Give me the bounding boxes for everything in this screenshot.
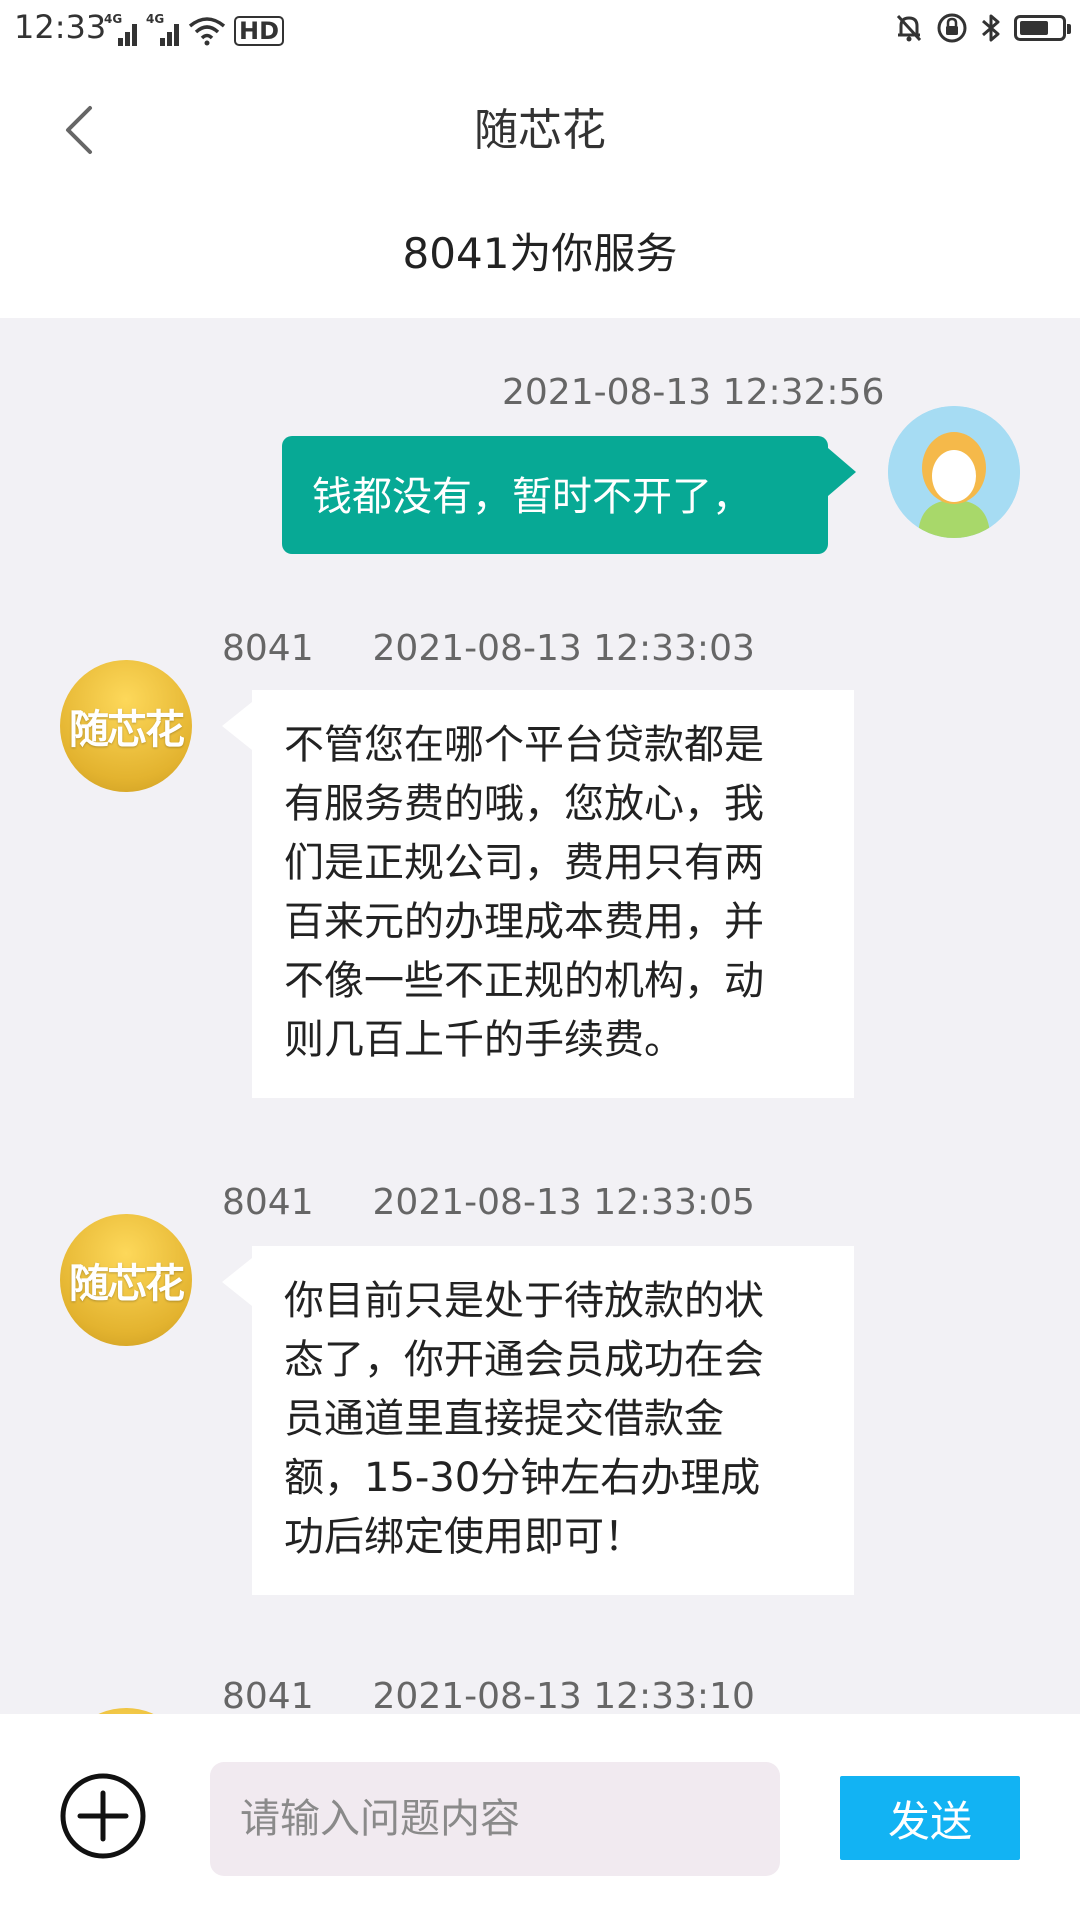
- my-message-bubble[interactable]: 钱都没有，暂时不开了，: [282, 436, 856, 554]
- message-timestamp: 2021-08-13 12:32:56: [502, 372, 885, 413]
- message-line: 有服务费的哦，您放心，我: [284, 781, 764, 827]
- agent-message-meta: 8041 2021-08-13 12:33:10: [222, 1676, 755, 1714]
- rotation-lock-icon: [937, 13, 967, 43]
- wifi-icon: [188, 17, 226, 46]
- message-line: 则几百上千的手续费。: [284, 1017, 684, 1063]
- message-timestamp: 2021-08-13 12:33:10: [372, 1676, 755, 1714]
- agent-avatar[interactable]: 随芯花: [60, 660, 192, 792]
- signal-icon: 4G: [104, 12, 138, 46]
- message-line: 你目前只是处于待放款的状: [284, 1278, 764, 1324]
- bell-muted-icon: [896, 14, 922, 42]
- message-input-bar: 发送: [0, 1714, 1080, 1920]
- agent-id: 8041: [222, 628, 314, 669]
- chat-header: 随芯花 8041为你服务: [0, 56, 1080, 318]
- agent-message-bubble[interactable]: 你目前只是处于待放款的状 态了，你开通会员成功在会 员通道里直接提交借款金 额，…: [222, 1246, 854, 1595]
- agent-service-label: 8041为你服务: [402, 229, 678, 278]
- agent-message-bubble[interactable]: 不管您在哪个平台贷款都是 有服务费的哦，您放心，我 们是正规公司，费用只有两 百…: [222, 690, 854, 1098]
- user-avatar[interactable]: [888, 406, 1020, 538]
- question-input[interactable]: [210, 1762, 780, 1876]
- status-right-icons: [894, 10, 1071, 46]
- page-title: 随芯花: [474, 105, 606, 156]
- message-line: 功后绑定使用即可！: [284, 1514, 644, 1560]
- message-line: 态了，你开通会员成功在会: [284, 1337, 764, 1383]
- message-line: 不管您在哪个平台贷款都是: [284, 722, 764, 768]
- agent-id: 8041: [222, 1182, 314, 1223]
- message-timestamp: 2021-08-13 12:33:05: [372, 1182, 755, 1223]
- message-line: 百来元的办理成本费用，并: [284, 899, 764, 945]
- send-button[interactable]: 发送: [840, 1776, 1020, 1860]
- sim1-label: 4G: [104, 12, 123, 26]
- add-attachment-icon[interactable]: [58, 1771, 148, 1861]
- status-time: 12:33: [14, 8, 107, 46]
- battery-icon: [1014, 15, 1071, 41]
- chat-messages[interactable]: 2021-08-13 12:32:56 钱都没有，暂时不开了， 随芯花 8041…: [0, 318, 1080, 1714]
- sim2-label: 4G: [146, 12, 165, 26]
- battery-level: [1020, 21, 1048, 35]
- agent-message-meta: 8041 2021-08-13 12:33:03: [222, 628, 755, 669]
- message-timestamp: 2021-08-13 12:33:03: [372, 628, 755, 669]
- status-left-icons: 4G 4G HD: [104, 10, 285, 46]
- message-line: 员通道里直接提交借款金: [284, 1396, 724, 1442]
- agent-avatar[interactable]: 随芯花: [60, 1214, 192, 1346]
- hd-icon: HD: [234, 16, 285, 46]
- agent-avatar-logo: 随芯花: [69, 1261, 185, 1307]
- message-line: 们是正规公司，费用只有两: [284, 840, 764, 886]
- message-line: 不像一些不正规的机构，动: [284, 958, 764, 1004]
- status-bar: 12:33 4G 4G HD: [0, 0, 1080, 56]
- signal-icon: 4G: [146, 12, 180, 46]
- message-line: 额，15-30分钟左右办理成: [284, 1455, 761, 1501]
- agent-avatar-logo: 随芯花: [69, 707, 185, 753]
- user-avatar-icon: [888, 406, 1020, 538]
- agent-id: 8041: [222, 1676, 314, 1714]
- agent-message-meta: 8041 2021-08-13 12:33:05: [222, 1182, 755, 1223]
- bluetooth-icon: [982, 14, 1000, 42]
